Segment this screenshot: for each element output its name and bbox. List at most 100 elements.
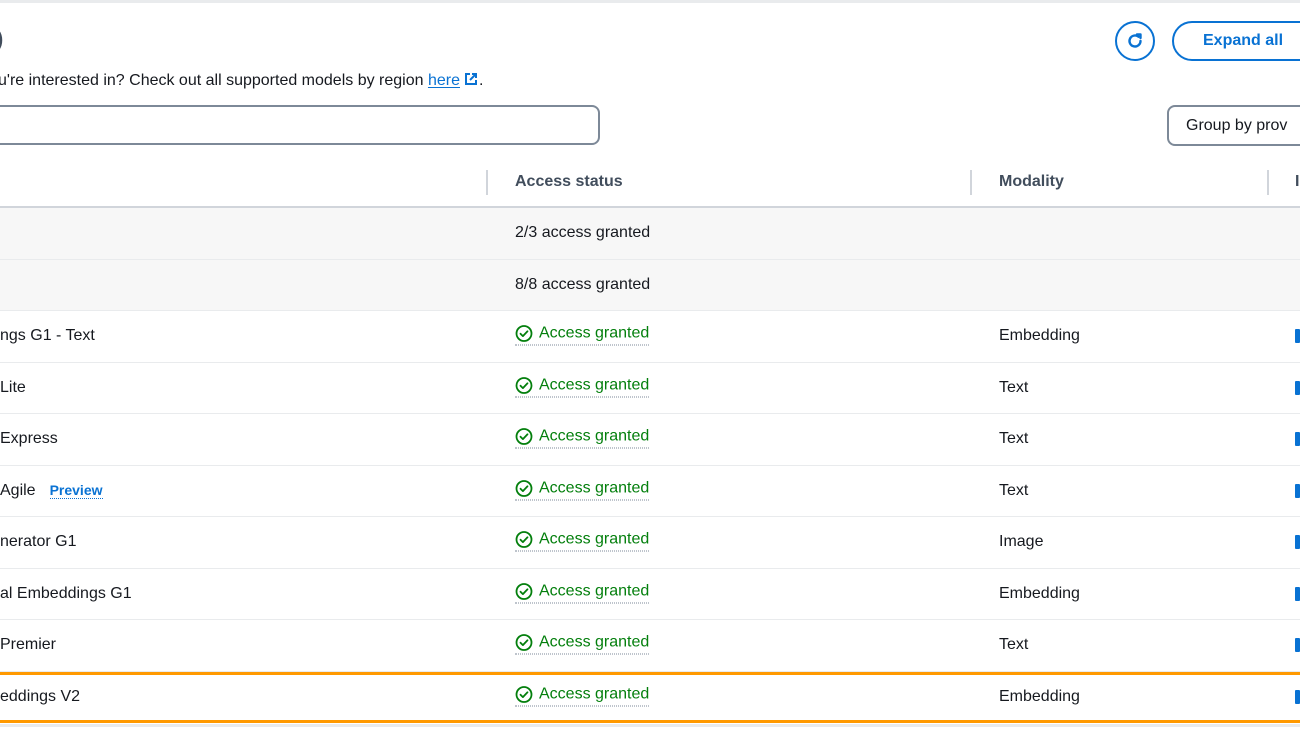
check-circle-icon — [515, 531, 533, 549]
table-row[interactable]: Lite Access granted Text — [0, 363, 1300, 414]
column-divider[interactable] — [970, 170, 972, 195]
truncated-link-cell[interactable] — [1295, 432, 1300, 447]
model-name: nerator G1 — [0, 533, 76, 551]
check-circle-icon — [515, 479, 533, 497]
model-name-text: Express — [0, 430, 58, 448]
expand-all-button[interactable]: Expand all — [1172, 21, 1300, 61]
access-status[interactable]: Access granted — [515, 324, 650, 346]
group-by-provider-button[interactable]: Group by prov — [1167, 105, 1300, 146]
access-status-text: Access granted — [539, 376, 650, 394]
access-status-cell: Access granted — [515, 427, 650, 451]
provider-group-row[interactable]: 8/8 access granted — [0, 259, 1300, 311]
check-circle-icon — [515, 376, 533, 394]
column-divider[interactable] — [486, 170, 488, 195]
modality: Embedding — [999, 688, 1080, 706]
search-input[interactable] — [0, 105, 600, 145]
access-status[interactable]: Access granted — [515, 633, 650, 655]
description-text: u're interested in? Check out all suppor… — [0, 71, 483, 90]
modality: Text — [999, 636, 1029, 654]
access-status-text: Access granted — [539, 633, 650, 651]
truncated-link-cell[interactable] — [1295, 638, 1300, 653]
access-status-text: Access granted — [539, 479, 650, 497]
model-name: Express — [0, 430, 58, 448]
column-header-partial[interactable]: I — [1295, 173, 1299, 191]
truncated-link-cell[interactable] — [1295, 380, 1300, 395]
truncated-link-cell[interactable] — [1295, 586, 1300, 601]
access-status[interactable]: Access granted — [515, 685, 650, 707]
truncated-link-cell[interactable] — [1295, 329, 1300, 344]
access-status-text: Access granted — [539, 324, 650, 342]
model-name: eddings V2 — [0, 688, 80, 706]
model-rows: ngs G1 - Text Access granted Embedding Lit… — [0, 311, 1300, 723]
model-name-text: Premier — [0, 636, 57, 654]
provider-group-row[interactable]: 2/3 access granted — [0, 208, 1300, 260]
check-circle-icon — [515, 634, 533, 652]
refresh-button[interactable] — [1115, 21, 1155, 61]
access-status-cell: Access granted — [515, 685, 650, 709]
access-status-text: Access granted — [539, 685, 650, 703]
model-name-text: Lite — [0, 378, 26, 396]
top-divider — [0, 0, 1300, 3]
description-suffix: . — [479, 72, 484, 89]
check-circle-icon — [515, 582, 533, 600]
access-status-cell: Access granted — [515, 633, 650, 657]
model-name: Premier — [0, 636, 56, 654]
access-status-text: Access granted — [539, 530, 650, 548]
group-access-summary: 8/8 access granted — [515, 275, 651, 293]
access-status-cell: Access granted — [515, 376, 650, 399]
truncated-link-cell[interactable] — [1295, 535, 1300, 550]
table-row[interactable]: ngs G1 - Text Access granted Embedding — [0, 311, 1300, 363]
table-row[interactable]: eddings V2 Access granted Embedding — [0, 671, 1300, 723]
model-name-text: nerator G1 — [0, 533, 77, 551]
access-status-cell: Access granted — [515, 530, 650, 554]
table-row[interactable]: nerator G1 Access granted Image — [0, 517, 1300, 569]
refresh-icon — [1128, 33, 1142, 48]
model-name-text: ngs G1 - Text — [0, 327, 95, 345]
modality: Text — [999, 378, 1029, 396]
access-status-cell: Access granted — [515, 582, 650, 605]
model-name: al Embeddings G1 — [0, 585, 132, 603]
check-circle-icon — [515, 325, 533, 343]
modality: Image — [999, 533, 1044, 551]
access-status[interactable]: Access granted — [515, 582, 650, 604]
modality: Embedding — [999, 327, 1080, 345]
table-row[interactable]: Express Access granted Text — [0, 414, 1300, 466]
column-divider[interactable] — [1267, 170, 1269, 195]
access-status-cell: Access granted — [515, 479, 650, 502]
access-status[interactable]: Access granted — [515, 479, 650, 501]
check-circle-icon — [515, 428, 533, 446]
preview-badge[interactable]: Preview — [49, 481, 103, 499]
modality: Embedding — [999, 584, 1080, 602]
page-title: ) — [0, 26, 4, 52]
truncated-link-cell[interactable] — [1295, 483, 1300, 498]
model-name: ngs G1 - Text — [0, 327, 95, 345]
access-status-text: Access granted — [539, 427, 650, 445]
modality: Text — [999, 481, 1029, 499]
model-name-text: Agile — [0, 481, 36, 499]
models-table: Access status Modality I 2/3 access gran… — [0, 158, 1300, 723]
supported-models-link[interactable]: here — [428, 72, 460, 89]
modality: Text — [999, 430, 1029, 448]
model-name: Agile Preview — [0, 481, 103, 500]
access-status[interactable]: Access granted — [515, 376, 650, 398]
access-status[interactable]: Access granted — [515, 530, 650, 552]
access-status[interactable]: Access granted — [515, 427, 650, 449]
group-access-summary: 2/3 access granted — [515, 224, 651, 242]
table-header: Access status Modality I — [0, 158, 1300, 208]
column-header-modality[interactable]: Modality — [999, 173, 1064, 191]
table-row[interactable]: al Embeddings G1 Access granted Embedding — [0, 569, 1300, 620]
access-status-text: Access granted — [539, 582, 650, 600]
truncated-link-cell[interactable] — [1295, 690, 1300, 705]
description-prefix: u're interested in? Check out all suppor… — [0, 72, 428, 89]
model-name-text: eddings V2 — [0, 688, 81, 706]
model-access-page: ) u're interested in? Check out all supp… — [0, 0, 1300, 731]
check-circle-icon — [515, 686, 533, 704]
bottom-divider — [0, 724, 1300, 727]
access-status-cell: Access granted — [515, 324, 650, 348]
external-link-icon[interactable] — [463, 71, 479, 87]
model-name-text: al Embeddings G1 — [0, 584, 132, 602]
column-header-access-status[interactable]: Access status — [515, 173, 623, 191]
table-row[interactable]: Agile Preview Access granted Text — [0, 466, 1300, 517]
table-row[interactable]: Premier Access granted Text — [0, 620, 1300, 672]
model-name: Lite — [0, 379, 26, 397]
